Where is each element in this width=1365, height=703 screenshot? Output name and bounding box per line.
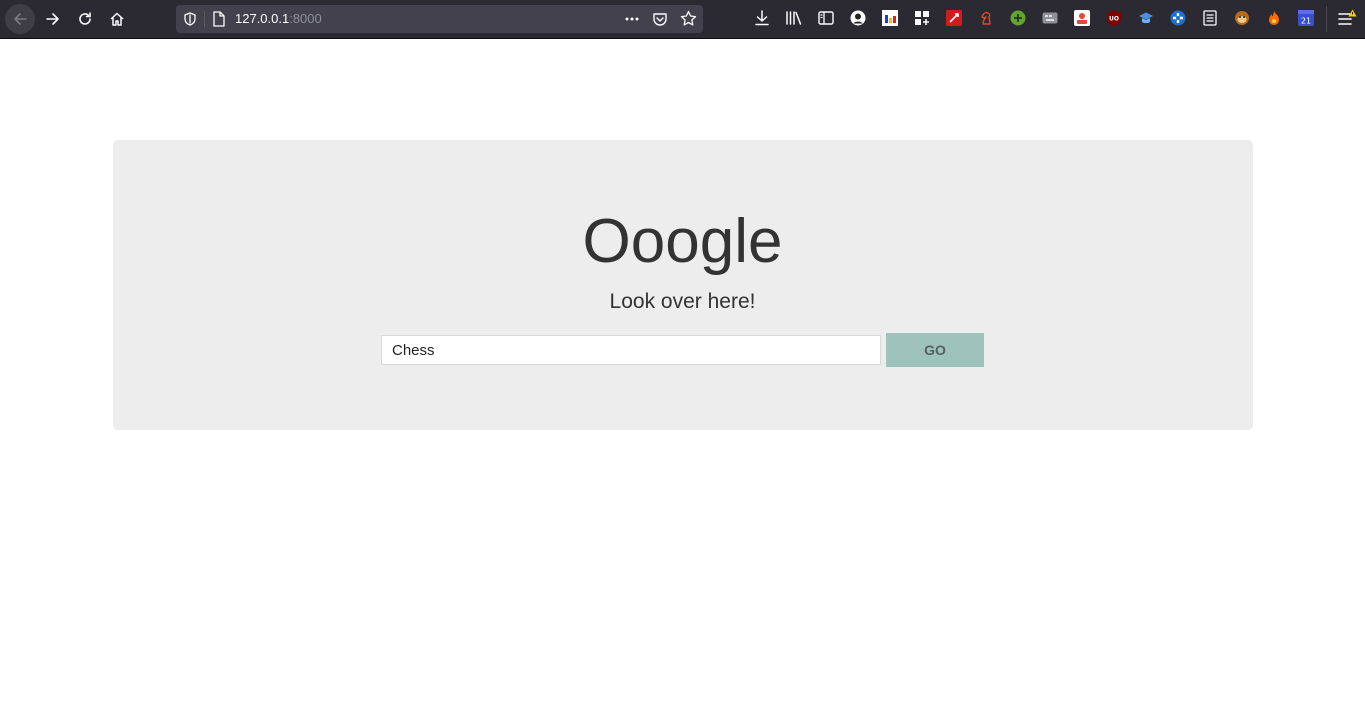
hamburger-menu-icon[interactable] bbox=[1337, 9, 1357, 29]
back-button[interactable] bbox=[5, 4, 35, 34]
home-icon bbox=[110, 12, 124, 26]
back-arrow-icon bbox=[14, 13, 27, 25]
robot-extension-icon[interactable] bbox=[1073, 9, 1091, 27]
browser-toolbar: 127.0.0.1:8000 UO 21 bbox=[0, 0, 1365, 39]
green-plus-extension-icon[interactable] bbox=[1009, 9, 1027, 27]
ublock-label: UO bbox=[1109, 15, 1119, 22]
forward-arrow-icon bbox=[46, 13, 59, 25]
page-title: Ooogle bbox=[582, 207, 783, 276]
chess-knight-extension-icon[interactable] bbox=[977, 9, 995, 27]
more-options-icon[interactable] bbox=[623, 11, 641, 27]
monkey-extension-icon[interactable] bbox=[1233, 9, 1251, 27]
url-host: 127.0.0.1 bbox=[235, 11, 290, 26]
url-text[interactable]: 127.0.0.1:8000 bbox=[235, 11, 322, 27]
red-extension-icon[interactable] bbox=[945, 9, 963, 27]
grid-extension-icon[interactable] bbox=[913, 9, 931, 27]
page-icon[interactable] bbox=[212, 11, 226, 27]
calendar-extension-icon[interactable]: 21 bbox=[1297, 9, 1315, 27]
home-button[interactable] bbox=[102, 4, 132, 34]
calendar-label: 21 bbox=[1301, 17, 1311, 26]
notes-extension-icon[interactable] bbox=[1201, 9, 1219, 27]
pocket-icon[interactable] bbox=[652, 11, 668, 27]
shield-icon[interactable] bbox=[183, 12, 197, 26]
avatar-extension-icon[interactable] bbox=[849, 9, 867, 27]
blue-cross-extension-icon[interactable] bbox=[1169, 9, 1187, 27]
address-bar-separator bbox=[204, 11, 205, 27]
url-port: :8000 bbox=[289, 11, 322, 26]
flag-extension-icon[interactable] bbox=[881, 9, 899, 27]
bookmark-star-icon[interactable] bbox=[680, 10, 697, 27]
reload-icon bbox=[79, 12, 91, 25]
reload-button[interactable] bbox=[70, 4, 100, 34]
library-icon[interactable] bbox=[785, 9, 803, 27]
tagline: Look over here! bbox=[609, 290, 756, 313]
fire-extension-icon[interactable] bbox=[1265, 9, 1283, 27]
forward-button[interactable] bbox=[38, 4, 68, 34]
go-button[interactable]: GO bbox=[886, 333, 984, 367]
ublock-extension-icon[interactable]: UO bbox=[1105, 9, 1123, 27]
search-card bbox=[113, 140, 1253, 430]
address-bar[interactable]: 127.0.0.1:8000 bbox=[176, 5, 703, 33]
search-input[interactable] bbox=[381, 335, 881, 365]
download-icon[interactable] bbox=[753, 9, 771, 27]
graduation-cap-extension-icon[interactable] bbox=[1137, 9, 1155, 27]
sidebar-icon[interactable] bbox=[817, 9, 835, 27]
toolbar-separator bbox=[1326, 6, 1327, 32]
keyboard-extension-icon[interactable] bbox=[1041, 9, 1059, 27]
